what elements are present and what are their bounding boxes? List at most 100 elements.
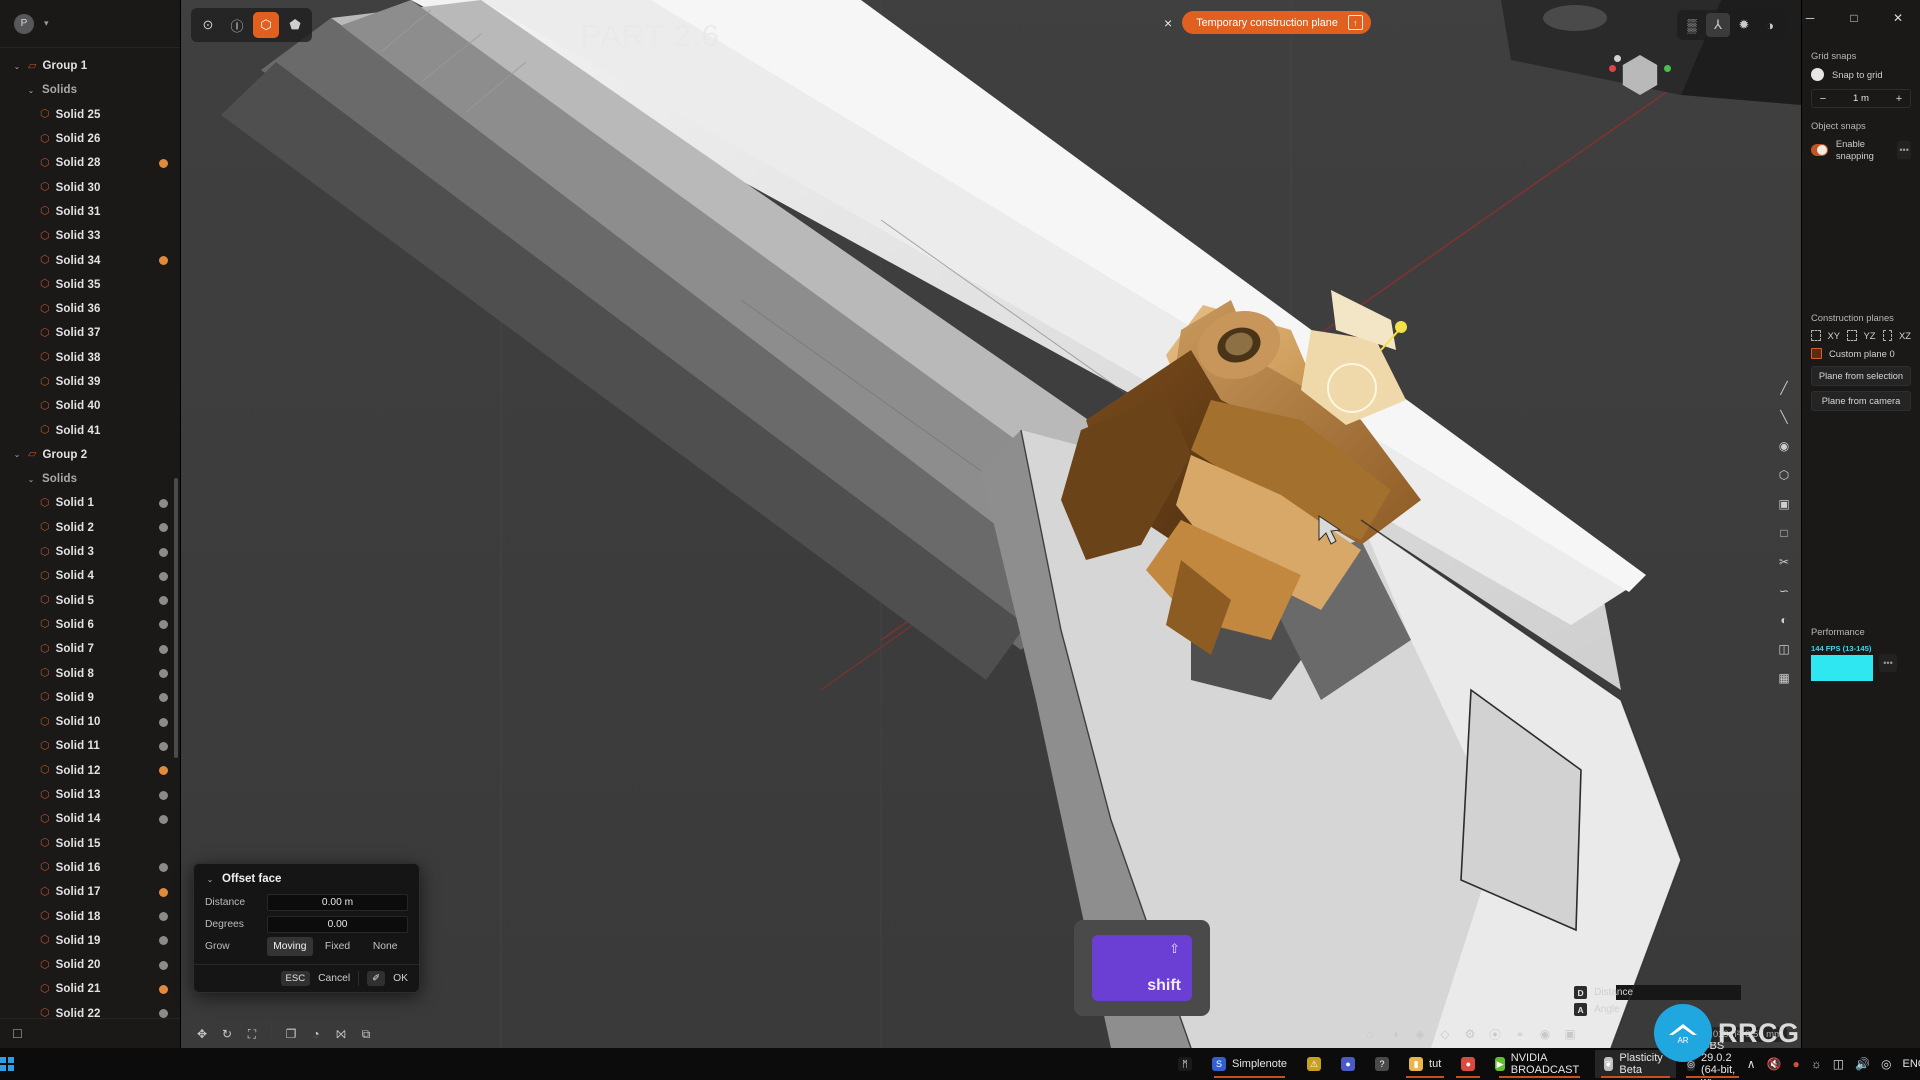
view-cube[interactable]: [1617, 52, 1663, 98]
outliner-row-group-1[interactable]: ⌄▱Group 1: [0, 54, 180, 78]
grow-option-row[interactable]: Grow Moving Fixed None: [194, 936, 419, 958]
outliner-row-solids[interactable]: ⌄Solids: [0, 78, 180, 102]
chevron-down-icon[interactable]: ▾: [44, 18, 49, 29]
battery-icon[interactable]: ◫: [1833, 1057, 1844, 1071]
offset-face-dialog[interactable]: ⌄ Offset face Distance 0.00 m Degrees 0.…: [193, 863, 420, 993]
grid-toggle-button[interactable]: ▒: [1680, 13, 1704, 37]
windows-taskbar[interactable]: ᛗSSimplenote⚠●?▮tut●▶NVIDIA BROADCAST❦Pl…: [0, 1048, 1920, 1080]
cancel-button[interactable]: Cancel: [318, 973, 350, 984]
grow-option-none[interactable]: None: [362, 937, 408, 956]
yz-plane-icon[interactable]: [1847, 330, 1857, 341]
outliner-tree[interactable]: ⌄▱Group 1⌄Solids⬡Solid 25⬡Solid 26⬡Solid…: [0, 48, 180, 1018]
degrees-field-row[interactable]: Degrees 0.00: [194, 914, 419, 936]
visibility-dot[interactable]: [159, 596, 168, 605]
measure-button[interactable]: ⦿: [1484, 1023, 1506, 1045]
taskbar-item-tut[interactable]: ▮tut: [1400, 1050, 1450, 1078]
custom-plane-row[interactable]: Custom plane 0: [1811, 348, 1911, 359]
volume-icon[interactable]: 🔊: [1855, 1057, 1870, 1071]
visibility-dot[interactable]: [159, 742, 168, 751]
fillet-tool-button[interactable]: ◐: [1771, 607, 1797, 633]
outliner-row-solid-38[interactable]: ⬡Solid 38: [0, 346, 180, 370]
construction-plane-pill[interactable]: Temporary construction plane ↑: [1182, 11, 1371, 34]
scale-tool-button[interactable]: ⛶: [241, 1023, 263, 1045]
pattern-tool-button[interactable]: ▦: [1771, 665, 1797, 691]
xy-plane-label[interactable]: XY: [1828, 330, 1841, 341]
view-cube-body[interactable]: [1620, 55, 1660, 95]
face-select-mode-button[interactable]: ⬡: [253, 12, 279, 38]
curve-tool-button[interactable]: ╲: [1771, 404, 1797, 430]
visibility-dot[interactable]: [159, 548, 168, 557]
visibility-dot[interactable]: [159, 1009, 168, 1018]
visibility-dot[interactable]: [159, 766, 168, 775]
outliner-row-solid-5[interactable]: ⬡Solid 5: [0, 589, 180, 613]
outliner-row-solid-35[interactable]: ⬡Solid 35: [0, 273, 180, 297]
outliner-add-icon[interactable]: ☐: [12, 1027, 23, 1041]
enable-snapping-row[interactable]: Enable snapping •••: [1811, 138, 1911, 162]
duplicate-tool-button[interactable]: ⧉: [355, 1023, 377, 1045]
point-select-mode-button[interactable]: ⊙: [195, 12, 221, 38]
visibility-dot[interactable]: [159, 669, 168, 678]
minimize-button[interactable]: ─: [1788, 3, 1832, 33]
offset-tool-button[interactable]: ∽: [1771, 578, 1797, 604]
outliner-row-solid-30[interactable]: ⬡Solid 30: [0, 175, 180, 199]
chevron-down-icon[interactable]: ⌄: [26, 86, 36, 95]
outliner-row-solids[interactable]: ⌄Solids: [0, 467, 180, 491]
visibility-dot[interactable]: [159, 620, 168, 629]
outliner-row-solid-19[interactable]: ⬡Solid 19: [0, 929, 180, 953]
outliner-row-solid-8[interactable]: ⬡Solid 8: [0, 661, 180, 685]
visibility-dot[interactable]: [159, 645, 168, 654]
shell-tool-button[interactable]: ◫: [1771, 636, 1797, 662]
snap-button[interactable]: ⌖: [1509, 1023, 1531, 1045]
offset-face-dialog-footer[interactable]: ESC Cancel ✐ OK: [194, 964, 419, 992]
maximize-button[interactable]: □: [1832, 3, 1876, 33]
outliner-row-solid-11[interactable]: ⬡Solid 11: [0, 734, 180, 758]
trim-tool-button[interactable]: ✂: [1771, 549, 1797, 575]
outliner-row-solid-12[interactable]: ⬡Solid 12: [0, 759, 180, 783]
outliner-row-solid-25[interactable]: ⬡Solid 25: [0, 103, 180, 127]
visibility-dot[interactable]: [159, 693, 168, 702]
object-snaps-more-button[interactable]: •••: [1897, 141, 1911, 159]
grid-size-decrement-button[interactable]: −: [1812, 93, 1834, 105]
outliner-row-solid-40[interactable]: ⬡Solid 40: [0, 394, 180, 418]
mirror-tool-button[interactable]: ⨝: [330, 1023, 352, 1045]
construction-plane-action-icon[interactable]: ↑: [1348, 15, 1363, 30]
custom-plane-label[interactable]: Custom plane 0: [1829, 348, 1895, 359]
outliner-row-solid-14[interactable]: ⬡Solid 14: [0, 807, 180, 831]
start-button[interactable]: [0, 1057, 14, 1071]
outliner-row-solid-34[interactable]: ⬡Solid 34: [0, 248, 180, 272]
outliner-row-solid-2[interactable]: ⬡Solid 2: [0, 516, 180, 540]
visibility-dot[interactable]: [159, 815, 168, 824]
extrude-tool-button[interactable]: ▣: [1771, 491, 1797, 517]
outliner-header[interactable]: P ▾: [0, 0, 180, 48]
enable-snapping-toggle[interactable]: [1811, 144, 1828, 156]
outliner-row-solid-31[interactable]: ⬡Solid 31: [0, 200, 180, 224]
outliner-row-solid-9[interactable]: ⬡Solid 9: [0, 686, 180, 710]
boolean-union-button[interactable]: ❐: [280, 1023, 302, 1045]
grow-option-fixed[interactable]: Fixed: [315, 937, 361, 956]
xz-plane-label[interactable]: XZ: [1899, 330, 1911, 341]
orbit-toggle-button[interactable]: ✹: [1732, 13, 1756, 37]
visibility-dot[interactable]: [159, 936, 168, 945]
outliner-row-solid-21[interactable]: ⬡Solid 21: [0, 977, 180, 1001]
outliner-row-solid-20[interactable]: ⬡Solid 20: [0, 953, 180, 977]
rotate-tool-button[interactable]: ↻: [216, 1023, 238, 1045]
chevron-down-icon[interactable]: ⌄: [12, 450, 22, 459]
performance-widget[interactable]: 144 FPS (13-145) •••: [1811, 644, 1911, 681]
taskbar-item-chrome-icon[interactable]: ●: [1452, 1050, 1484, 1078]
plane-from-selection-button[interactable]: Plane from selection: [1811, 366, 1911, 386]
ok-button[interactable]: OK: [393, 973, 408, 984]
outliner-row-solid-6[interactable]: ⬡Solid 6: [0, 613, 180, 637]
axes-toggle-button[interactable]: ⅄: [1706, 13, 1730, 37]
polygon-tool-button[interactable]: ⬡: [1771, 462, 1797, 488]
visibility-dot[interactable]: [159, 863, 168, 872]
degrees-input[interactable]: 0.00: [267, 916, 408, 933]
performance-more-button[interactable]: •••: [1879, 654, 1897, 672]
outliner-row-solid-33[interactable]: ⬡Solid 33: [0, 224, 180, 248]
outliner-row-solid-37[interactable]: ⬡Solid 37: [0, 321, 180, 345]
outliner-row-solid-36[interactable]: ⬡Solid 36: [0, 297, 180, 321]
visibility-dot[interactable]: [159, 572, 168, 581]
modeling-tool-strip[interactable]: ╱ ╲ ◉ ⬡ ▣ □ ✂ ∽ ◐ ◫ ▦: [1771, 375, 1797, 691]
outliner-row-solid-26[interactable]: ⬡Solid 26: [0, 127, 180, 151]
outliner-panel[interactable]: P ▾ ⌄▱Group 1⌄Solids⬡Solid 25⬡Solid 26⬡S…: [0, 0, 181, 1048]
taskbar-item-help-icon[interactable]: ?: [1366, 1050, 1398, 1078]
